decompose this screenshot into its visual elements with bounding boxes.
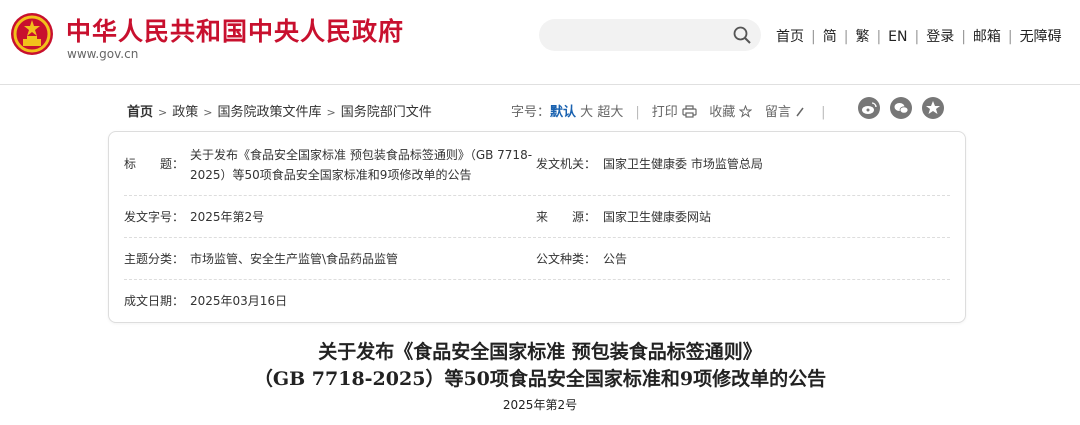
print-icon[interactable] xyxy=(682,105,697,118)
font-size-xlarge[interactable]: 超大 xyxy=(597,105,623,120)
font-size-large[interactable]: 大 xyxy=(580,105,593,120)
nav-separator: | xyxy=(914,29,920,45)
page-tools: 字号：默认 大 超大 | 打印 收藏 留言 | xyxy=(511,101,838,120)
breadcrumb-bar: 首页 > 政策 > 国务院政策文件库 > 国务院部门文件 字号：默认 大 超大 | 打印 收藏 … xyxy=(0,85,1080,131)
issuer-value: 国家卫生健康委 市场监管总局 xyxy=(603,157,763,171)
nav-login[interactable]: 登录 xyxy=(926,29,954,45)
print-button[interactable]: 打印 xyxy=(652,105,678,120)
document-metadata-panel: 标 题： 关于发布《食品安全国家标准 预包装食品标签通则》（GB 7718-20… xyxy=(108,131,966,323)
comment-button[interactable]: 留言 xyxy=(765,105,791,120)
pencil-icon[interactable] xyxy=(795,106,805,118)
nav-separator: | xyxy=(811,29,816,45)
breadcrumb-policy-library[interactable]: 国务院政策文件库 xyxy=(217,105,321,120)
chevron-right-icon: > xyxy=(158,106,168,119)
tools-separator: | xyxy=(821,105,826,120)
nav-separator: | xyxy=(1007,29,1013,45)
favorite-button[interactable]: 收藏 xyxy=(709,105,735,120)
nav-separator: | xyxy=(876,29,882,45)
top-navigation: 首页 | 简 | 繁 | EN | 登录 | 邮箱 | 无障碍 xyxy=(776,26,1062,46)
breadcrumb: 首页 > 政策 > 国务院政策文件库 > 国务院部门文件 xyxy=(127,101,432,120)
title-value: 关于发布《食品安全国家标准 预包装食品标签通则》（GB 7718-2025）等5… xyxy=(190,148,533,182)
chevron-right-icon: > xyxy=(203,106,213,119)
source-label: 来 源： xyxy=(536,210,597,224)
breadcrumb-policy[interactable]: 政策 xyxy=(172,105,198,120)
nav-separator: | xyxy=(843,29,849,45)
row-divider xyxy=(124,237,950,238)
nav-mail[interactable]: 邮箱 xyxy=(973,29,1001,45)
breadcrumb-home[interactable]: 首页 xyxy=(127,105,153,120)
font-size-label: 字号： xyxy=(511,105,551,120)
site-header: 中华人民共和国中央人民政府 www.gov.cn 首页 | 简 | 繁 | EN | 登录 | 邮箱… xyxy=(0,0,1080,85)
site-url[interactable]: www.gov.cn xyxy=(67,47,138,61)
breadcrumb-department-docs[interactable]: 国务院部门文件 xyxy=(341,105,432,120)
doc-type-label: 公文种类： xyxy=(536,252,597,266)
row-divider xyxy=(124,195,950,196)
nav-traditional[interactable]: 繁 xyxy=(855,29,869,45)
site-title[interactable]: 中华人民共和国中央人民政府 xyxy=(66,12,404,48)
wechat-icon[interactable] xyxy=(890,97,912,119)
search-input[interactable] xyxy=(539,19,761,51)
date-label: 成文日期： xyxy=(124,294,185,308)
favorite-circle-icon[interactable] xyxy=(922,97,944,119)
chevron-right-icon: > xyxy=(326,106,336,119)
font-size-default[interactable]: 默认 xyxy=(550,105,576,120)
nav-home[interactable]: 首页 xyxy=(776,29,804,45)
issuer-label: 发文机关： xyxy=(536,157,597,171)
category-value: 市场监管、安全生产监管\食品药品监管 xyxy=(190,252,399,266)
document-title-line2: （GB 7718-2025）等50项食品安全国家标准和9项修改单的公告 xyxy=(253,368,827,390)
doc-number-value: 2025年第2号 xyxy=(190,210,265,224)
weibo-icon[interactable] xyxy=(858,97,880,119)
nav-separator: | xyxy=(961,29,966,45)
category-label: 主题分类： xyxy=(124,252,185,266)
source-value: 国家卫生健康委网站 xyxy=(603,210,712,224)
document-title-line1: 关于发布《食品安全国家标准 预包装食品标签通则》 xyxy=(318,341,762,363)
nav-simplified[interactable]: 简 xyxy=(823,29,837,45)
star-icon[interactable] xyxy=(739,104,753,118)
doc-type-value: 公告 xyxy=(603,252,628,266)
title-label: 标 题： xyxy=(124,157,185,171)
date-value: 2025年03月16日 xyxy=(190,294,288,308)
search-icon[interactable] xyxy=(733,26,751,44)
tools-separator: | xyxy=(635,105,640,120)
row-divider xyxy=(124,279,950,280)
nav-english[interactable]: EN xyxy=(888,29,907,45)
doc-number-label: 发文字号： xyxy=(124,210,185,224)
national-emblem-icon[interactable] xyxy=(10,12,54,56)
document-number: 2025年第2号 xyxy=(502,398,578,412)
nav-accessibility[interactable]: 无障碍 xyxy=(1020,29,1062,45)
